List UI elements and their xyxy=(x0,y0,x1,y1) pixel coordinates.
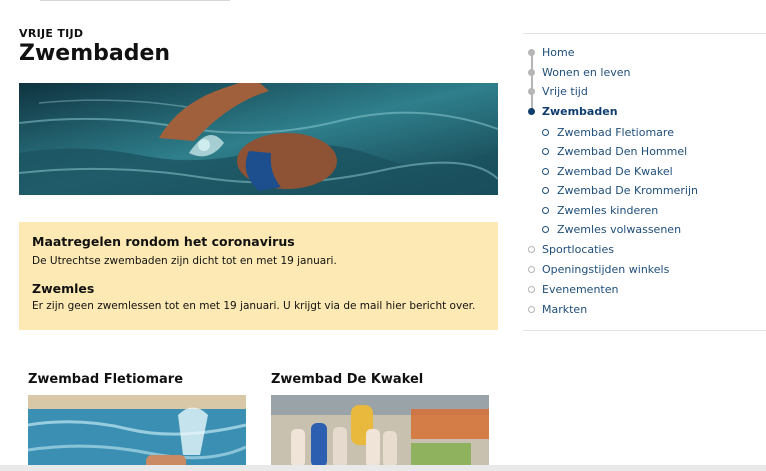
trail-dot-icon xyxy=(528,49,535,56)
sidebar-item-sportlocaties[interactable]: Sportlocaties xyxy=(542,243,614,256)
sub-dot-icon xyxy=(542,168,549,175)
sidebar-item-zwembad-de-kwakel[interactable]: Zwembad De Kwakel xyxy=(557,165,673,178)
sidebar-item-zwembad-den-hommel[interactable]: Zwembad Den Hommel xyxy=(557,145,687,158)
sidebar-item-vrije-tijd[interactable]: Vrije tijd xyxy=(542,85,588,98)
page-eyebrow: VRIJE TIJD xyxy=(19,27,84,40)
sibling-dot-icon xyxy=(528,286,535,293)
sidebar-item-home[interactable]: Home xyxy=(542,46,574,59)
notice-text: De Utrechtse zwembaden zijn dicht tot en… xyxy=(32,255,337,267)
sidebar-item-evenementen[interactable]: Evenementen xyxy=(542,283,618,296)
sub-dot-icon xyxy=(542,129,549,136)
hero-image xyxy=(19,83,498,195)
sidebar-item-wonen-en-leven[interactable]: Wonen en leven xyxy=(542,66,630,79)
sibling-dot-icon xyxy=(528,246,535,253)
sidebar-item-zwembad-de-krommerijn[interactable]: Zwembad De Krommerijn xyxy=(557,184,698,197)
sub-dot-icon xyxy=(542,187,549,194)
trail-dot-icon xyxy=(528,69,535,76)
page-title: Zwembaden xyxy=(19,41,171,66)
horizontal-scrollbar[interactable] xyxy=(0,465,766,471)
pool-swimmer-image xyxy=(28,395,246,471)
notice-subheading: Zwemles xyxy=(32,281,95,296)
sidebar-item-zwemles-volwassenen[interactable]: Zwemles volwassenen xyxy=(557,223,681,236)
sidebar-item-openingstijden-winkels[interactable]: Openingstijden winkels xyxy=(542,263,669,276)
card-image-de-kwakel[interactable] xyxy=(271,395,489,471)
swimmer-illustration xyxy=(19,83,498,195)
swim-lesson-image xyxy=(271,395,489,471)
sidebar-item-zwembaden[interactable]: Zwembaden xyxy=(542,105,618,118)
card-image-fletiomare[interactable] xyxy=(28,395,246,471)
trail-dot-icon xyxy=(528,88,535,95)
sidebar-nav: Home Wonen en leven Vrije tijd Zwembaden… xyxy=(523,33,766,331)
sidebar-item-zwemles-kinderen[interactable]: Zwemles kinderen xyxy=(557,204,658,217)
notice-heading: Maatregelen rondom het coronavirus xyxy=(32,234,295,249)
sub-dot-icon xyxy=(542,207,549,214)
notice-subtext: Er zijn geen zwemlessen tot en met 19 ja… xyxy=(32,300,476,312)
card-title-fletiomare[interactable]: Zwembad Fletiomare xyxy=(28,372,183,387)
sibling-dot-icon xyxy=(528,306,535,313)
top-divider xyxy=(40,0,230,1)
sibling-dot-icon xyxy=(528,266,535,273)
card-title-de-kwakel[interactable]: Zwembad De Kwakel xyxy=(271,372,423,387)
sidebar-item-markten[interactable]: Markten xyxy=(542,303,587,316)
sub-dot-icon xyxy=(542,148,549,155)
corona-notice: Maatregelen rondom het coronavirus De Ut… xyxy=(19,222,498,330)
sub-dot-icon xyxy=(542,226,549,233)
active-dot-icon xyxy=(528,108,535,115)
sidebar-item-zwembad-fletiomare[interactable]: Zwembad Fletiomare xyxy=(557,126,674,139)
